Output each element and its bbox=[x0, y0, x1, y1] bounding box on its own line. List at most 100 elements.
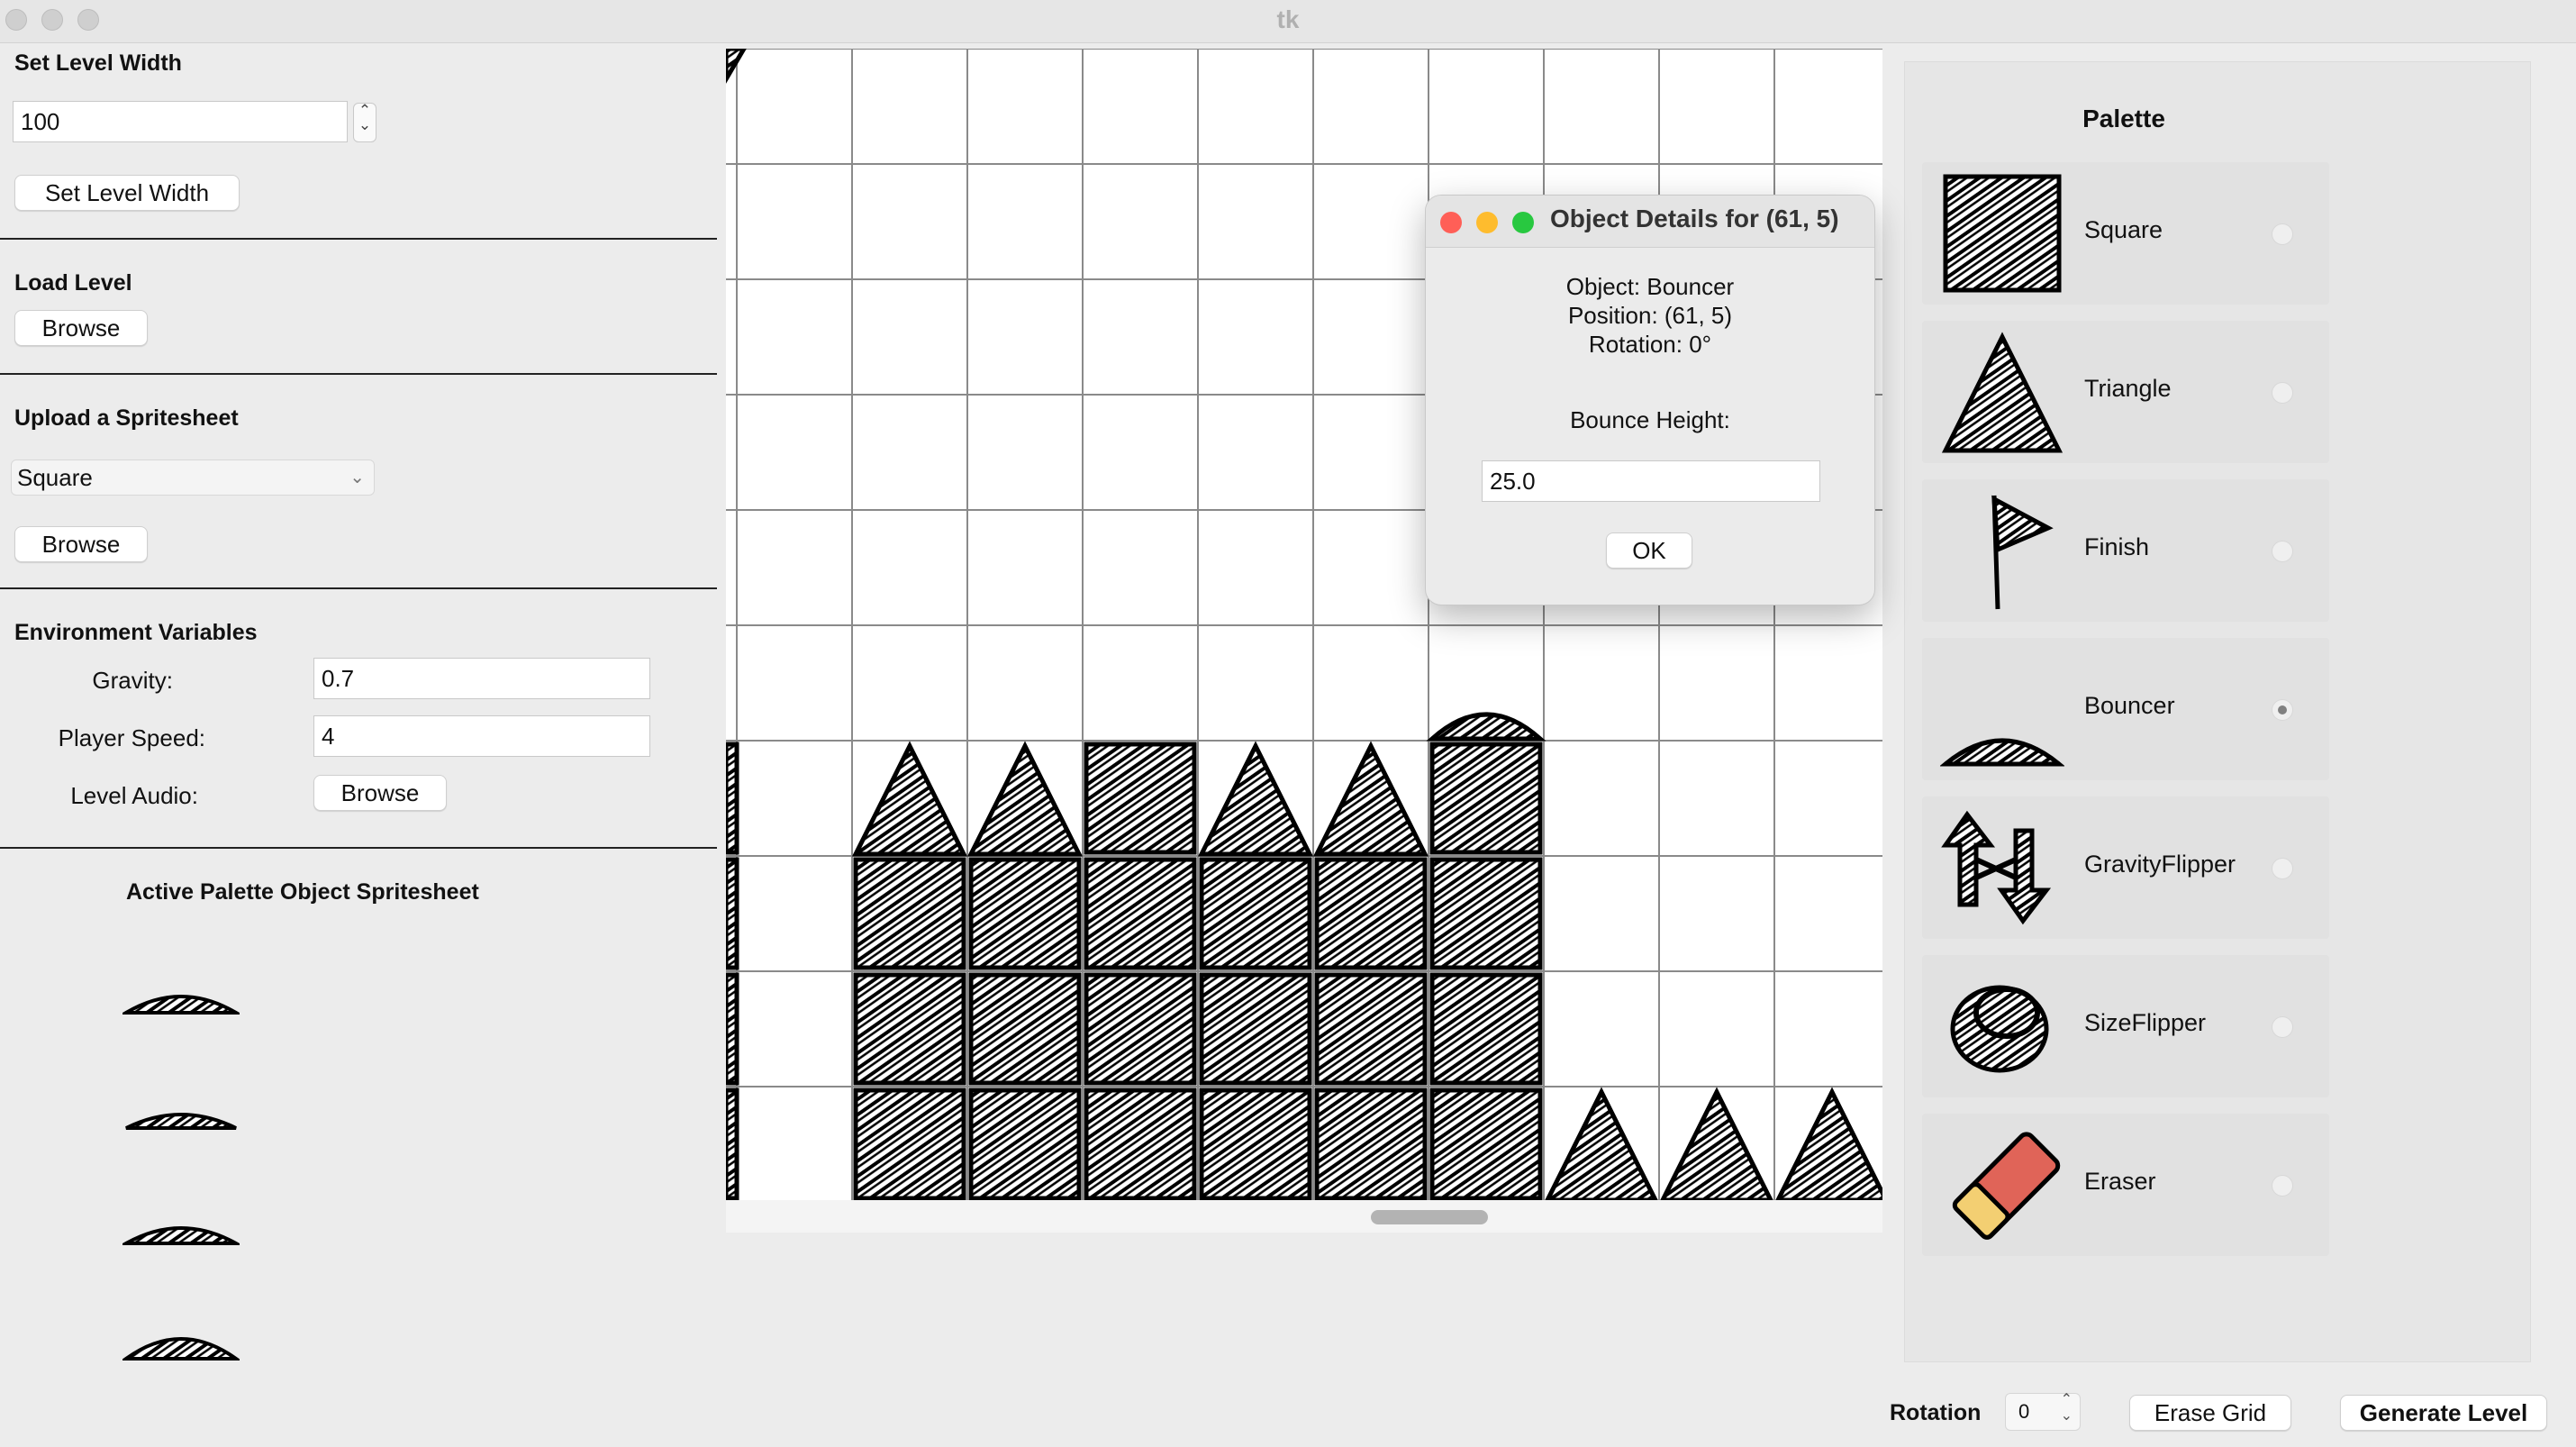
grid-object-square[interactable] bbox=[1199, 972, 1312, 1086]
grid-object-partial-triangle[interactable] bbox=[726, 49, 747, 84]
gravity-input[interactable]: 0.7 bbox=[313, 658, 650, 699]
set-width-heading: Set Level Width bbox=[14, 50, 182, 76]
grid-object-square[interactable] bbox=[1429, 1088, 1543, 1200]
palette-radio-eraser[interactable] bbox=[2272, 1175, 2293, 1197]
grid-object-square[interactable] bbox=[1429, 857, 1543, 970]
upload-spritesheet-heading: Upload a Spritesheet bbox=[14, 405, 239, 431]
rotation-spinbox[interactable]: 0 ⌃ ⌄ bbox=[2005, 1392, 2081, 1431]
square-icon bbox=[1943, 174, 2062, 293]
object-position-text: Position: (61, 5) bbox=[1567, 302, 1733, 329]
grid-object-square[interactable] bbox=[853, 1088, 966, 1200]
palette-item-label: Eraser bbox=[2084, 1168, 2156, 1195]
grid-object-triangle[interactable] bbox=[1775, 1087, 1882, 1200]
dialog-title: Object Details for (61, 5) bbox=[1550, 205, 1839, 232]
palette-item-sizeflipper[interactable]: SizeFlipper bbox=[1922, 955, 2329, 1097]
load-level-browse-button[interactable]: Browse bbox=[14, 310, 148, 346]
erase-grid-button[interactable]: Erase Grid bbox=[2129, 1395, 2291, 1431]
grid-object-triangle[interactable] bbox=[1312, 741, 1429, 857]
grid-object-square[interactable] bbox=[968, 972, 1082, 1086]
bounce-height-input[interactable]: 25.0 bbox=[1482, 460, 1820, 502]
window-titlebar: tk bbox=[0, 0, 2576, 43]
palette-item-finish[interactable]: Finish bbox=[1922, 479, 2329, 622]
set-level-width-button[interactable]: Set Level Width bbox=[14, 175, 240, 211]
grid-object-square[interactable] bbox=[1199, 1088, 1312, 1200]
level-audio-browse-button[interactable]: Browse bbox=[313, 775, 447, 811]
palette-item-label: Square bbox=[2084, 216, 2163, 243]
palette-radio-finish[interactable] bbox=[2272, 541, 2293, 562]
grid-object-partial-square[interactable] bbox=[726, 857, 739, 970]
dialog-close-button[interactable] bbox=[1440, 212, 1462, 233]
grid-object-square[interactable] bbox=[1429, 972, 1543, 1086]
player-speed-input[interactable]: 4 bbox=[313, 715, 650, 757]
grid-object-partial-square[interactable] bbox=[726, 972, 739, 1086]
palette-radio-sizeflipper[interactable] bbox=[2272, 1016, 2293, 1038]
bouncer-icon bbox=[1940, 738, 2064, 767]
triangle-icon bbox=[1941, 332, 2064, 453]
grid-object-square[interactable] bbox=[1199, 857, 1312, 970]
level-width-stepper[interactable]: ⌃ ⌄ bbox=[353, 103, 376, 142]
object-type-text: Object: Bouncer bbox=[1565, 273, 1735, 300]
palette-radio-triangle[interactable] bbox=[2272, 382, 2293, 404]
grid-object-triangle[interactable] bbox=[851, 741, 968, 857]
level-audio-label: Level Audio: bbox=[70, 782, 198, 809]
grid-object-triangle[interactable] bbox=[1660, 1087, 1773, 1200]
section-divider bbox=[0, 373, 717, 375]
grid-horizontal-scrollbar[interactable] bbox=[726, 1200, 1882, 1233]
object-details-dialog: Object Details for (61, 5) Object: Bounc… bbox=[1425, 195, 1875, 605]
palette-item-eraser[interactable]: Eraser bbox=[1922, 1114, 2329, 1256]
scrollbar-thumb[interactable] bbox=[1371, 1210, 1488, 1224]
environment-variables-heading: Environment Variables bbox=[14, 620, 258, 645]
grid-object-partial-square[interactable] bbox=[726, 742, 739, 855]
dialog-ok-button[interactable]: OK bbox=[1606, 532, 1692, 569]
grid-object-square[interactable] bbox=[1314, 972, 1428, 1086]
spinbox-arrows-icon[interactable]: ⌃ ⌄ bbox=[2061, 1392, 2073, 1424]
palette-title: Palette bbox=[2082, 105, 2165, 132]
bouncer-sprite-frame-3 bbox=[122, 1226, 240, 1245]
grid-object-square[interactable] bbox=[1084, 857, 1197, 970]
grid-object-square[interactable] bbox=[1314, 857, 1428, 970]
palette-item-label: Triangle bbox=[2084, 375, 2172, 402]
palette-radio-bouncer[interactable] bbox=[2272, 699, 2293, 721]
dialog-zoom-button[interactable] bbox=[1512, 212, 1534, 233]
player-speed-label: Player Speed: bbox=[58, 724, 205, 751]
dialog-minimize-button[interactable] bbox=[1476, 212, 1498, 233]
palette-radio-square[interactable] bbox=[2272, 223, 2293, 245]
grid-object-triangle[interactable] bbox=[966, 741, 1084, 857]
section-divider bbox=[0, 847, 717, 849]
grid-object-square[interactable] bbox=[1429, 742, 1543, 855]
stepper-down-icon[interactable]: ⌄ bbox=[354, 117, 376, 132]
grid-object-partial-square[interactable] bbox=[726, 1088, 739, 1200]
palette-item-label: GravityFlipper bbox=[2084, 851, 2236, 878]
bouncer-sprite-frame-4 bbox=[122, 1337, 240, 1361]
size-flipper-icon bbox=[1950, 985, 2049, 1073]
grid-object-triangle[interactable] bbox=[1197, 741, 1314, 857]
grid-object-triangle[interactable] bbox=[1545, 1087, 1658, 1200]
grid-object-square[interactable] bbox=[853, 857, 966, 970]
palette-item-triangle[interactable]: Triangle bbox=[1922, 321, 2329, 463]
eraser-icon bbox=[1952, 1132, 2061, 1240]
grid-object-square[interactable] bbox=[1084, 1088, 1197, 1200]
grid-object-square[interactable] bbox=[853, 972, 966, 1086]
grid-object-square[interactable] bbox=[968, 1088, 1082, 1200]
level-width-input[interactable]: 100 bbox=[13, 101, 348, 142]
spritesheet-select-value: Square bbox=[17, 464, 93, 491]
palette-item-square[interactable]: Square bbox=[1922, 162, 2329, 305]
object-rotation-text: Rotation: 0° bbox=[1588, 331, 1712, 358]
palette-item-label: Bouncer bbox=[2084, 692, 2175, 719]
flag-icon bbox=[1991, 495, 2054, 610]
rotation-value: 0 bbox=[2018, 1400, 2030, 1423]
grid-object-bouncer[interactable] bbox=[1426, 712, 1547, 742]
grid-object-square[interactable] bbox=[1314, 1088, 1428, 1200]
grid-object-square[interactable] bbox=[968, 857, 1082, 970]
generate-level-button[interactable]: Generate Level bbox=[2340, 1395, 2547, 1431]
bounce-height-label: Bounce Height: bbox=[1570, 406, 1730, 433]
gravity-label: Gravity: bbox=[92, 667, 173, 694]
palette-item-gravityflipper[interactable]: GravityFlipper bbox=[1922, 796, 2329, 939]
grid-object-square[interactable] bbox=[1084, 972, 1197, 1086]
spritesheet-object-select[interactable]: Square ⌄ bbox=[11, 460, 375, 496]
gravity-flipper-icon bbox=[1941, 810, 2052, 925]
palette-item-bouncer[interactable]: Bouncer bbox=[1922, 638, 2329, 780]
grid-object-square[interactable] bbox=[1084, 742, 1197, 855]
upload-spritesheet-browse-button[interactable]: Browse bbox=[14, 526, 148, 562]
palette-radio-gravityflipper[interactable] bbox=[2272, 858, 2293, 879]
